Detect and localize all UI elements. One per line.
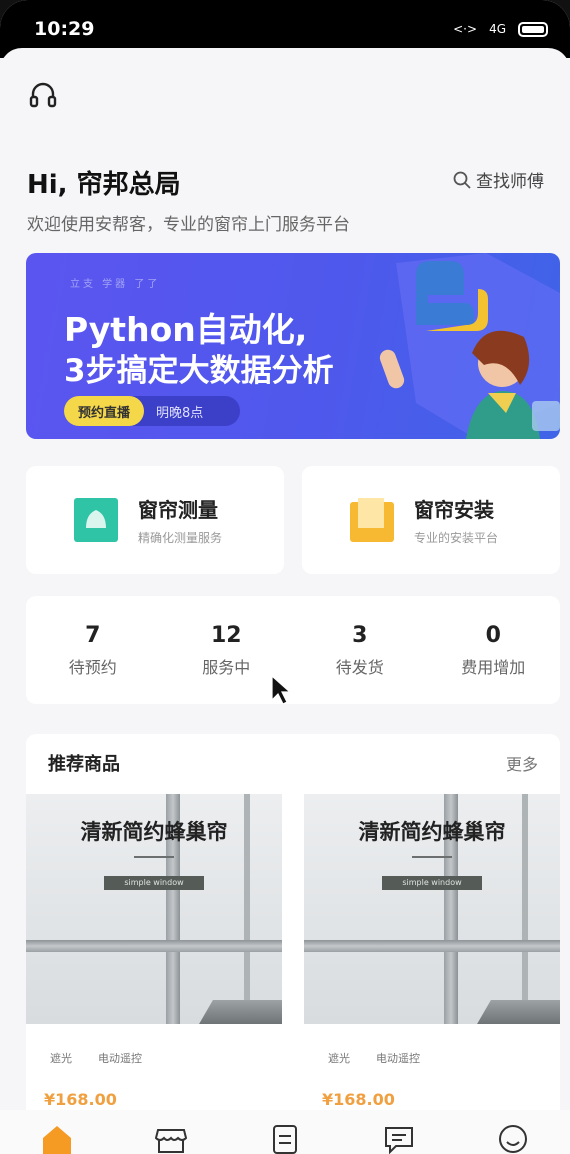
home-page: Hi, 帘邦总局 欢迎使用安帮客，专业的窗帘上门服务平台 查找师傅 立支 学器 … [0,48,570,1154]
more-link[interactable]: 更多 [506,751,538,775]
product-tag: simple window [382,876,482,890]
product-image: 清新简约蜂巢帘 simple window [304,794,560,1024]
stat-pending-shipment[interactable]: 3 待发货 [305,623,415,678]
stat-value: 3 [352,622,368,648]
banner-illustration [379,253,560,439]
product-card[interactable]: 清新简约蜂巢帘 simple window 遮光 电动遥控 ¥168.00 [26,794,282,1154]
find-master-label: 查找师傅 [476,172,544,192]
product-chip: 遮光 [50,1052,72,1065]
message-icon [385,1127,413,1154]
product-chip: 电动遥控 [376,1052,420,1065]
product-chips: 遮光 电动遥控 [328,1050,420,1066]
profile-icon [499,1125,527,1153]
banner-headline-2: 3步搞定大数据分析 [64,353,334,389]
orders-icon [273,1125,297,1154]
tab-messages[interactable] [382,1124,416,1154]
service-measure-title: 窗帘测量 [138,498,218,522]
battery-icon [518,21,548,37]
recommended-products-section: 推荐商品 更多 清新简约蜂巢帘 simple window 遮光 电动遥控 ¥1… [26,734,560,1154]
greeting-subtitle: 欢迎使用安帮客，专业的窗帘上门服务平台 [27,215,350,235]
stat-value: 0 [485,622,501,648]
link-icon: <·> [453,22,478,36]
stat-label: 服务中 [202,657,251,677]
service-measure-text: 窗帘测量 精确化测量服务 [138,494,222,546]
order-stats-card: 7 待预约 12 服务中 3 待发货 0 费用增加 [26,596,560,704]
product-chip: 电动遥控 [98,1052,142,1065]
greeting-title: Hi, 帘邦总局 [27,170,181,200]
service-measure-card[interactable]: 窗帘测量 精确化测量服务 [26,466,284,574]
product-chip: 遮光 [328,1052,350,1065]
stat-in-service[interactable]: 12 服务中 [171,623,281,678]
install-icon [350,498,394,542]
stat-value: 7 [85,622,101,648]
product-price: ¥168.00 [322,1090,395,1109]
service-install-card[interactable]: 窗帘安装 专业的安装平台 [302,466,560,574]
status-time: 10:29 [34,18,95,40]
tab-store[interactable] [154,1124,188,1154]
tab-home[interactable] [40,1124,74,1154]
tab-profile[interactable] [496,1124,530,1154]
product-price: ¥168.00 [44,1090,117,1109]
bottom-tab-bar [0,1110,570,1154]
reserve-live-button[interactable]: 预约直播 [64,396,145,426]
home-icon [43,1126,71,1154]
stat-pending-booking[interactable]: 7 待预约 [38,623,148,678]
status-icons: <·> 4G [453,21,548,37]
product-image: 清新简约蜂巢帘 simple window [26,794,282,1024]
product-card[interactable]: 清新简约蜂巢帘 simple window 遮光 电动遥控 ¥168.00 [304,794,560,1154]
tab-orders[interactable] [268,1124,302,1154]
store-icon [154,1129,188,1153]
network-label: 4G [489,22,506,36]
banner-dots-text: 立支 学器 了了 [70,279,161,290]
service-install-text: 窗帘安装 专业的安装平台 [414,494,498,546]
stat-label: 费用增加 [461,657,526,677]
phone-screen: 10:29 <·> 4G Hi, 帘邦总局 欢迎使用安帮客，专业的窗帘上门服务平… [0,0,570,1154]
search-icon [453,171,471,189]
product-chips: 遮光 电动遥控 [50,1050,142,1066]
recommended-title: 推荐商品 [48,754,120,775]
measure-icon [74,498,118,542]
promo-banner[interactable]: 立支 学器 了了 Python自动化, 3步搞定大数据分析 预约直播 明晚8点 [26,253,560,439]
mouse-cursor-icon [271,674,292,705]
stat-value: 12 [210,622,242,648]
service-measure-desc: 精确化测量服务 [138,531,223,545]
product-title: 清新简约蜂巢帘 [80,820,228,844]
banner-headline-1: Python自动化, [64,310,308,349]
product-title: 清新简约蜂巢帘 [358,820,506,844]
banner-pill-row: 预约直播 明晚8点 [64,396,240,426]
find-master-button[interactable]: 查找师傅 [452,167,544,192]
stat-extra-fees[interactable]: 0 费用增加 [438,623,548,678]
product-tag: simple window [104,876,204,890]
service-install-title: 窗帘安装 [414,498,494,522]
banner-time-label: 明晚8点 [156,405,204,421]
service-install-desc: 专业的安装平台 [414,531,499,545]
stat-label: 待发货 [335,657,384,677]
stat-label: 待预约 [68,657,117,677]
headset-icon[interactable] [28,80,58,110]
